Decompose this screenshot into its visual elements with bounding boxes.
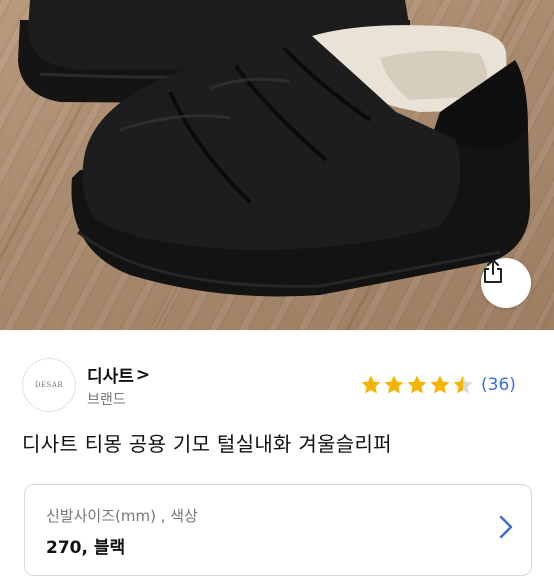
star-icon [361,375,381,394]
share-button[interactable] [481,258,531,308]
star-icon [430,375,450,394]
brand-logo[interactable]: DESAR [22,358,76,412]
star-icon [384,375,404,394]
brand-logo-text: DESAR [34,381,64,389]
rating[interactable]: (36) [360,374,516,396]
product-title: 디사트 티몽 공용 기모 털실내화 겨울슬리퍼 [22,432,392,456]
share-icon [484,259,502,283]
brand-link[interactable]: 디사트 > [87,362,151,388]
option-value: 270, 블랙 [46,538,126,558]
option-label: 신발사이즈(mm) , 색상 [46,507,198,525]
star-icon [407,375,427,394]
star-icon [453,375,473,394]
brand-chevron: > [135,364,151,385]
chevron-right-icon [499,515,513,539]
star-rating [360,374,475,396]
review-count[interactable]: (36) [481,375,516,395]
brand-name: 디사트 [87,367,134,387]
slipper-illustration [18,0,531,297]
seller-row: DESAR 디사트 > 브랜드 (36) [0,330,554,430]
brand-subtitle: 브랜드 [87,392,126,408]
product-photo [0,0,554,330]
option-selector[interactable]: 신발사이즈(mm) , 색상 270, 블랙 [24,484,532,576]
